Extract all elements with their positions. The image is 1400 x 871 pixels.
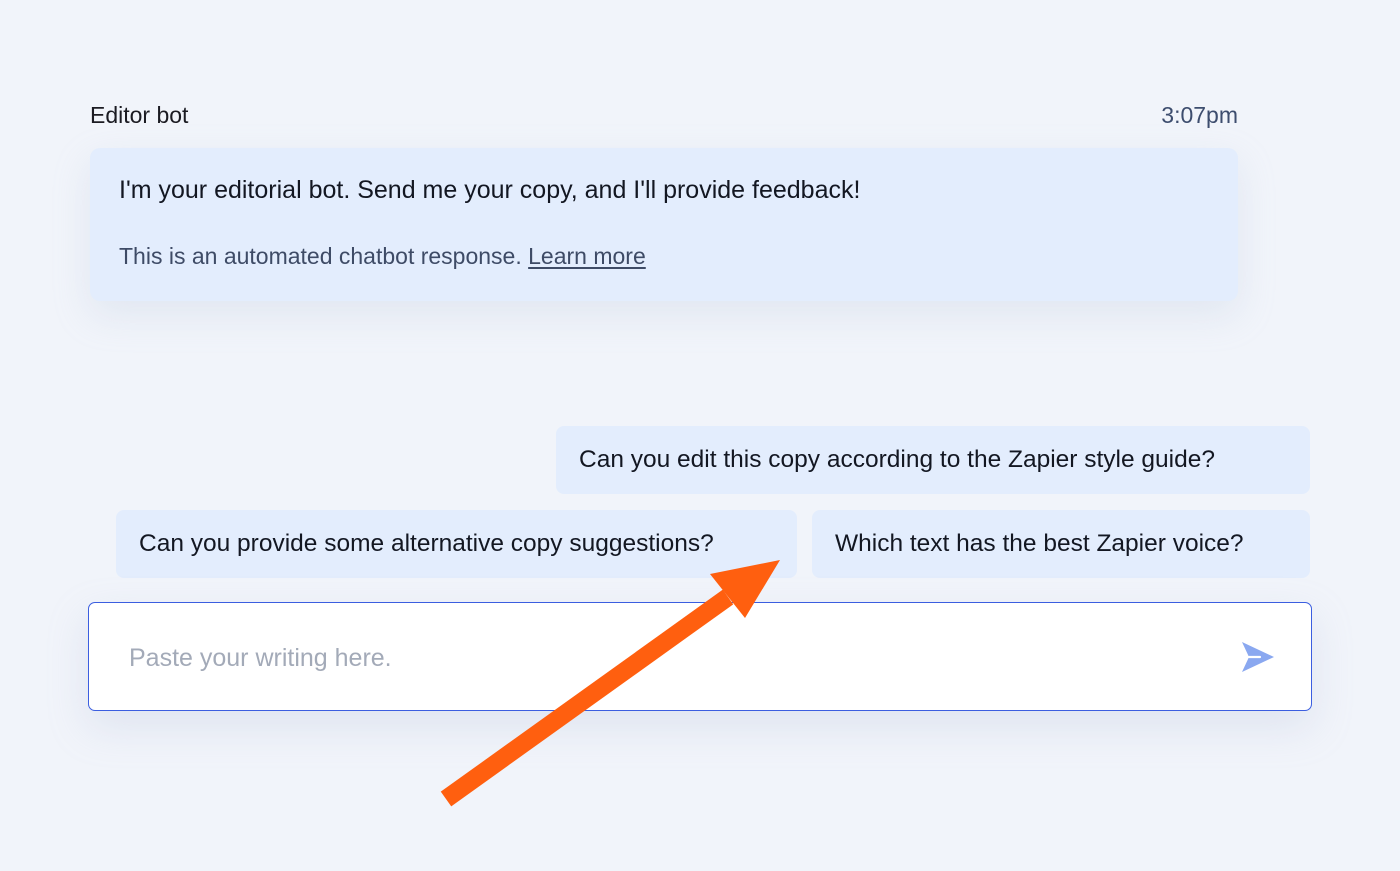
suggestion-chip[interactable]: Can you provide some alternative copy su… (116, 510, 797, 578)
learn-more-link[interactable]: Learn more (528, 243, 646, 269)
suggestion-chip[interactable]: Can you edit this copy according to the … (556, 426, 1310, 494)
message-timestamp: 3:07pm (1161, 102, 1238, 128)
bot-message-bubble: I'm your editorial bot. Send me your cop… (90, 148, 1238, 301)
message-input[interactable] (127, 639, 1211, 677)
message-composer (88, 602, 1312, 711)
suggestion-chip[interactable]: Which text has the best Zapier voice? (812, 510, 1310, 578)
send-icon[interactable] (1240, 640, 1276, 674)
bot-name: Editor bot (90, 102, 189, 128)
bot-disclaimer: This is an automated chatbot response. L… (119, 242, 1209, 270)
bot-message-text: I'm your editorial bot. Send me your cop… (119, 176, 861, 204)
bot-disclaimer-text: This is an automated chatbot response. (119, 243, 522, 269)
